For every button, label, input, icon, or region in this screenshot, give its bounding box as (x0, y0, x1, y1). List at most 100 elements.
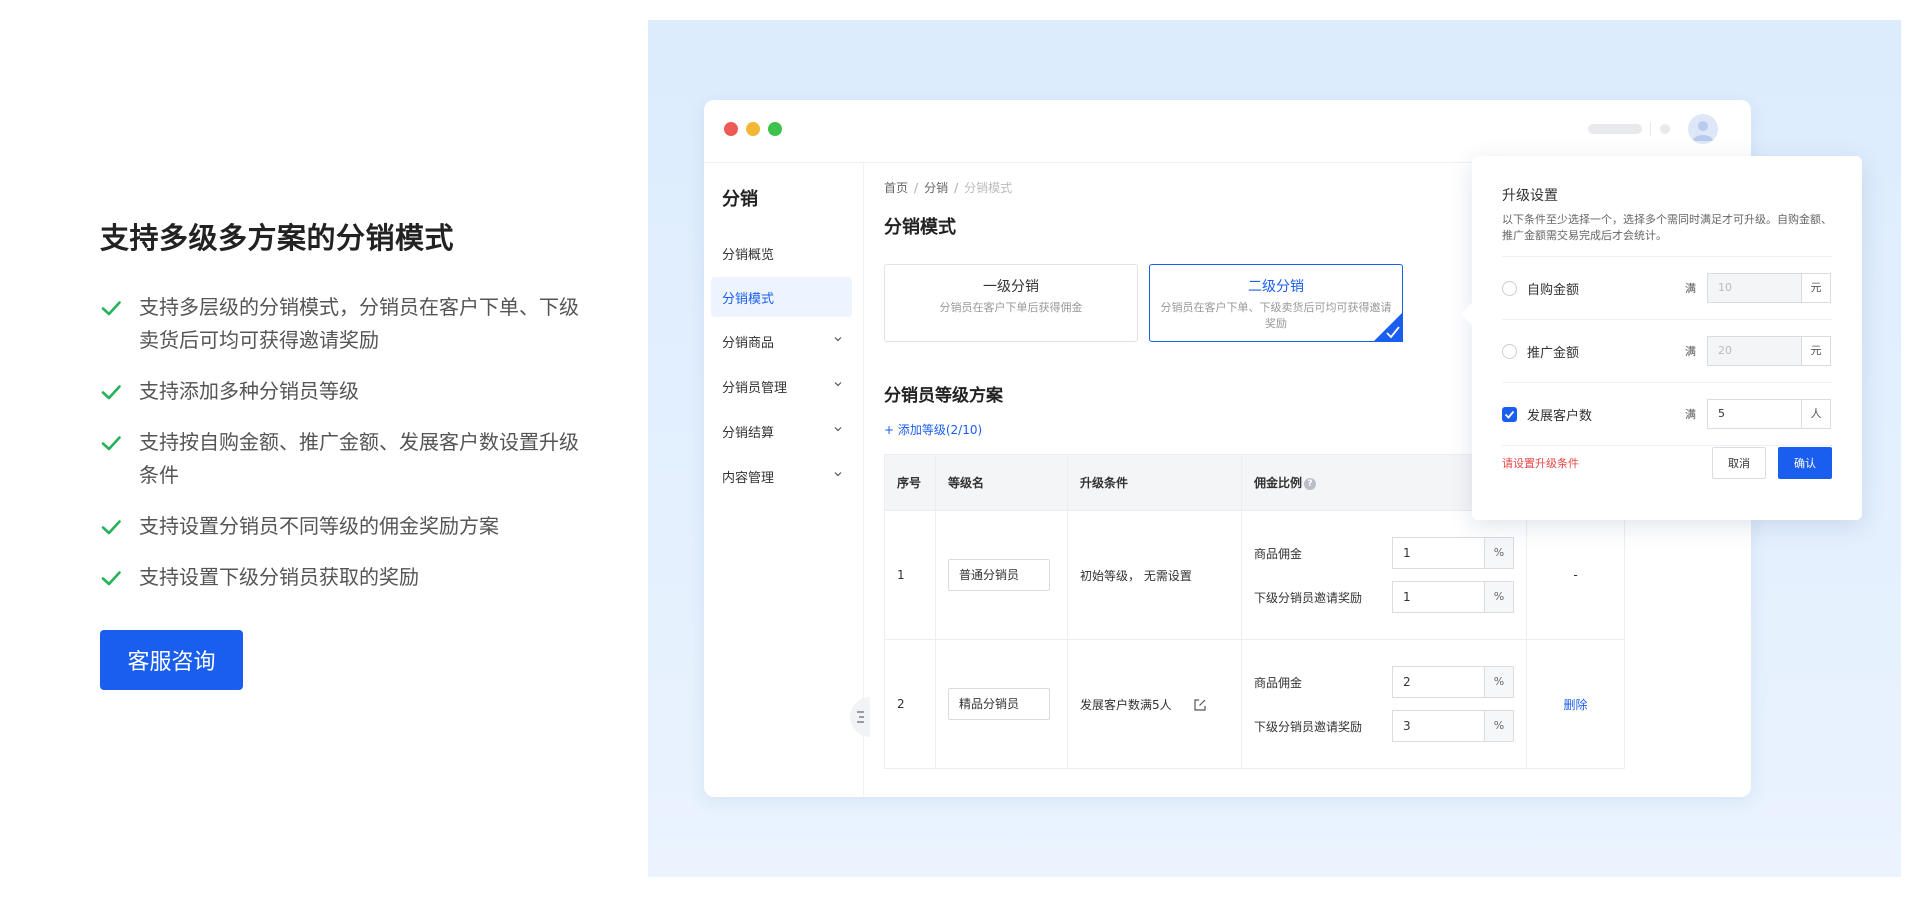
selected-check-icon (1373, 312, 1403, 342)
condition-row-self-purchase: 自购金额 满 10 元 (1502, 256, 1832, 319)
sidebar-item-settlement[interactable]: 分销结算 (711, 411, 852, 451)
condition-prefix: 满 (1685, 345, 1696, 358)
percent-unit: % (1484, 710, 1514, 742)
minimize-window-dot[interactable] (746, 122, 760, 136)
sidebar-item-label: 分销模式 (722, 291, 775, 307)
condition-unit: 元 (1801, 273, 1831, 303)
col-condition: 升级条件 (1067, 454, 1242, 511)
breadcrumb: 首页 / 分销 / 分销模式 (884, 179, 1012, 196)
sidebar-item-overview[interactable]: 分销概览 (711, 233, 852, 273)
page-title: 分销模式 (884, 217, 956, 238)
invite-row: 下级分销员邀请奖励 3% (1254, 710, 1526, 742)
mode-title: 一级分销 (983, 279, 1039, 295)
customers-checkbox[interactable] (1502, 406, 1517, 422)
feature-text: 支持设置分销员不同等级的佣金奖励方案 (139, 514, 499, 538)
mode-desc: 分销员在客户下单后获得佣金 (939, 301, 1083, 314)
warning-text: 请设置升级条件 (1502, 457, 1579, 470)
sidebar-item-distributors[interactable]: 分销员管理 (711, 366, 852, 406)
chevron-down-icon (834, 382, 842, 387)
edit-icon[interactable] (1193, 698, 1207, 712)
invite-row: 下级分销员邀请奖励 1% (1254, 581, 1526, 613)
search-placeholder-bar (1588, 124, 1642, 134)
feature-item: 支持按自购金额、推广金额、发展客户数设置升级条件 (100, 426, 600, 492)
condition-prefix: 满 (1685, 408, 1696, 421)
upgrade-settings-popover: 升级设置 以下条件至少选择一个，选择多个需同时满足才可升级。自购金额、推广金额需… (1472, 156, 1862, 520)
condition-label: 自购金额 (1527, 282, 1580, 298)
breadcrumb-separator: / (954, 181, 959, 195)
commission-row: 商品佣金 1% (1254, 537, 1526, 569)
row-commission-cell: 商品佣金 2% 下级分销员邀请奖励 3% (1241, 639, 1527, 769)
feature-item: 支持设置分销员不同等级的佣金奖励方案 (100, 510, 600, 543)
feature-text: 支持多层级的分销模式，分销员在客户下单、下级卖货后可均可获得邀请奖励 (139, 295, 579, 352)
promotion-input[interactable]: 20 (1707, 336, 1801, 366)
breadcrumb-section[interactable]: 分销 (924, 181, 948, 195)
breadcrumb-current: 分销模式 (964, 181, 1013, 195)
cancel-button[interactable]: 取消 (1712, 447, 1766, 479)
level-plan-title: 分销员等级方案 (884, 386, 1003, 406)
chevron-down-icon (834, 337, 842, 342)
invite-input[interactable]: 3 (1392, 710, 1484, 742)
help-icon[interactable]: ? (1304, 477, 1317, 490)
row-index: 1 (884, 510, 936, 640)
sidebar-item-content[interactable]: 内容管理 (711, 456, 852, 496)
condition-prefix: 满 (1685, 282, 1696, 295)
row-condition: 初始等级， 无需设置 (1067, 510, 1242, 640)
section-title: 支持多级多方案的分销模式 (100, 221, 455, 255)
check-icon (1504, 410, 1515, 419)
check-icon (101, 571, 121, 586)
row-name-cell: 普通分销员 (935, 510, 1068, 640)
table-row: 2 精品分销员 发展客户数满5人 商品佣金 2% 下级分销员邀请奖励 3% 删除 (884, 639, 1625, 769)
mode-card-level-two[interactable]: 二级分销 分销员在客户下单、下级卖货后可均可获得邀请奖励 (1149, 264, 1403, 342)
condition-row-customers: 发展客户数 满 5 人 (1502, 382, 1832, 445)
row-action-cell: 删除 (1526, 639, 1625, 769)
invite-input[interactable]: 1 (1392, 581, 1484, 613)
avatar[interactable] (1688, 114, 1718, 144)
add-level-link[interactable]: + 添加等级(2/10) (884, 421, 982, 438)
promotion-checkbox[interactable] (1502, 343, 1517, 359)
level-name-input[interactable]: 普通分销员 (948, 559, 1050, 591)
breadcrumb-home[interactable]: 首页 (884, 181, 908, 195)
invite-label: 下级分销员邀请奖励 (1254, 590, 1363, 605)
check-icon (101, 520, 121, 535)
feature-text: 支持设置下级分销员获取的奖励 (139, 565, 419, 589)
sidebar-item-mode[interactable]: 分销模式 (711, 277, 852, 317)
col-commission-label: 佣金比例 (1254, 476, 1303, 490)
col-level-name: 等级名 (935, 454, 1068, 511)
feature-section: 支持多级多方案的分销模式 支持多层级的分销模式，分销员在客户下单、下级卖货后可均… (100, 215, 600, 612)
condition-label: 推广金额 (1527, 345, 1580, 361)
chevron-down-icon (834, 472, 842, 477)
customer-service-button[interactable]: 客服咨询 (100, 630, 243, 690)
percent-unit: % (1484, 581, 1514, 613)
level-name-input[interactable]: 精品分销员 (948, 688, 1050, 720)
commission-input[interactable]: 1 (1392, 537, 1484, 569)
confirm-button[interactable]: 确认 (1778, 447, 1832, 479)
commission-input[interactable]: 2 (1392, 666, 1484, 698)
self-purchase-checkbox[interactable] (1502, 280, 1517, 296)
popover-footer: 请设置升级条件 取消 确认 (1502, 446, 1832, 480)
mode-title: 二级分销 (1248, 279, 1304, 295)
feature-item: 支持添加多种分销员等级 (100, 375, 600, 408)
self-purchase-input[interactable]: 10 (1707, 273, 1801, 303)
condition-label: 发展客户数 (1527, 408, 1593, 424)
row-condition-cell: 发展客户数满5人 (1067, 639, 1242, 769)
sidebar: 分销 分销概览 分销模式 分销商品 分销员管理 分销结算 内容管理 (704, 163, 870, 797)
delete-link[interactable]: 删除 (1563, 698, 1587, 712)
commission-label: 商品佣金 (1254, 546, 1303, 561)
breadcrumb-separator: / (914, 181, 919, 195)
sidebar-item-label: 内容管理 (722, 470, 775, 486)
percent-unit: % (1484, 537, 1514, 569)
popover-title: 升级设置 (1502, 188, 1558, 204)
condition-unit: 人 (1801, 399, 1831, 429)
close-window-dot[interactable] (724, 122, 738, 136)
notification-dot[interactable] (1660, 124, 1670, 134)
mode-card-level-one[interactable]: 一级分销 分销员在客户下单后获得佣金 (884, 264, 1138, 342)
commission-label: 商品佣金 (1254, 675, 1303, 690)
sidebar-item-products[interactable]: 分销商品 (711, 321, 852, 361)
feature-text: 支持按自购金额、推广金额、发展客户数设置升级条件 (139, 430, 579, 487)
sidebar-item-label: 分销结算 (722, 425, 775, 441)
maximize-window-dot[interactable] (768, 122, 782, 136)
check-icon (101, 436, 121, 451)
row-action: - (1526, 510, 1625, 640)
customers-input[interactable]: 5 (1707, 399, 1801, 429)
condition-row-promotion: 推广金额 满 20 元 (1502, 319, 1832, 382)
